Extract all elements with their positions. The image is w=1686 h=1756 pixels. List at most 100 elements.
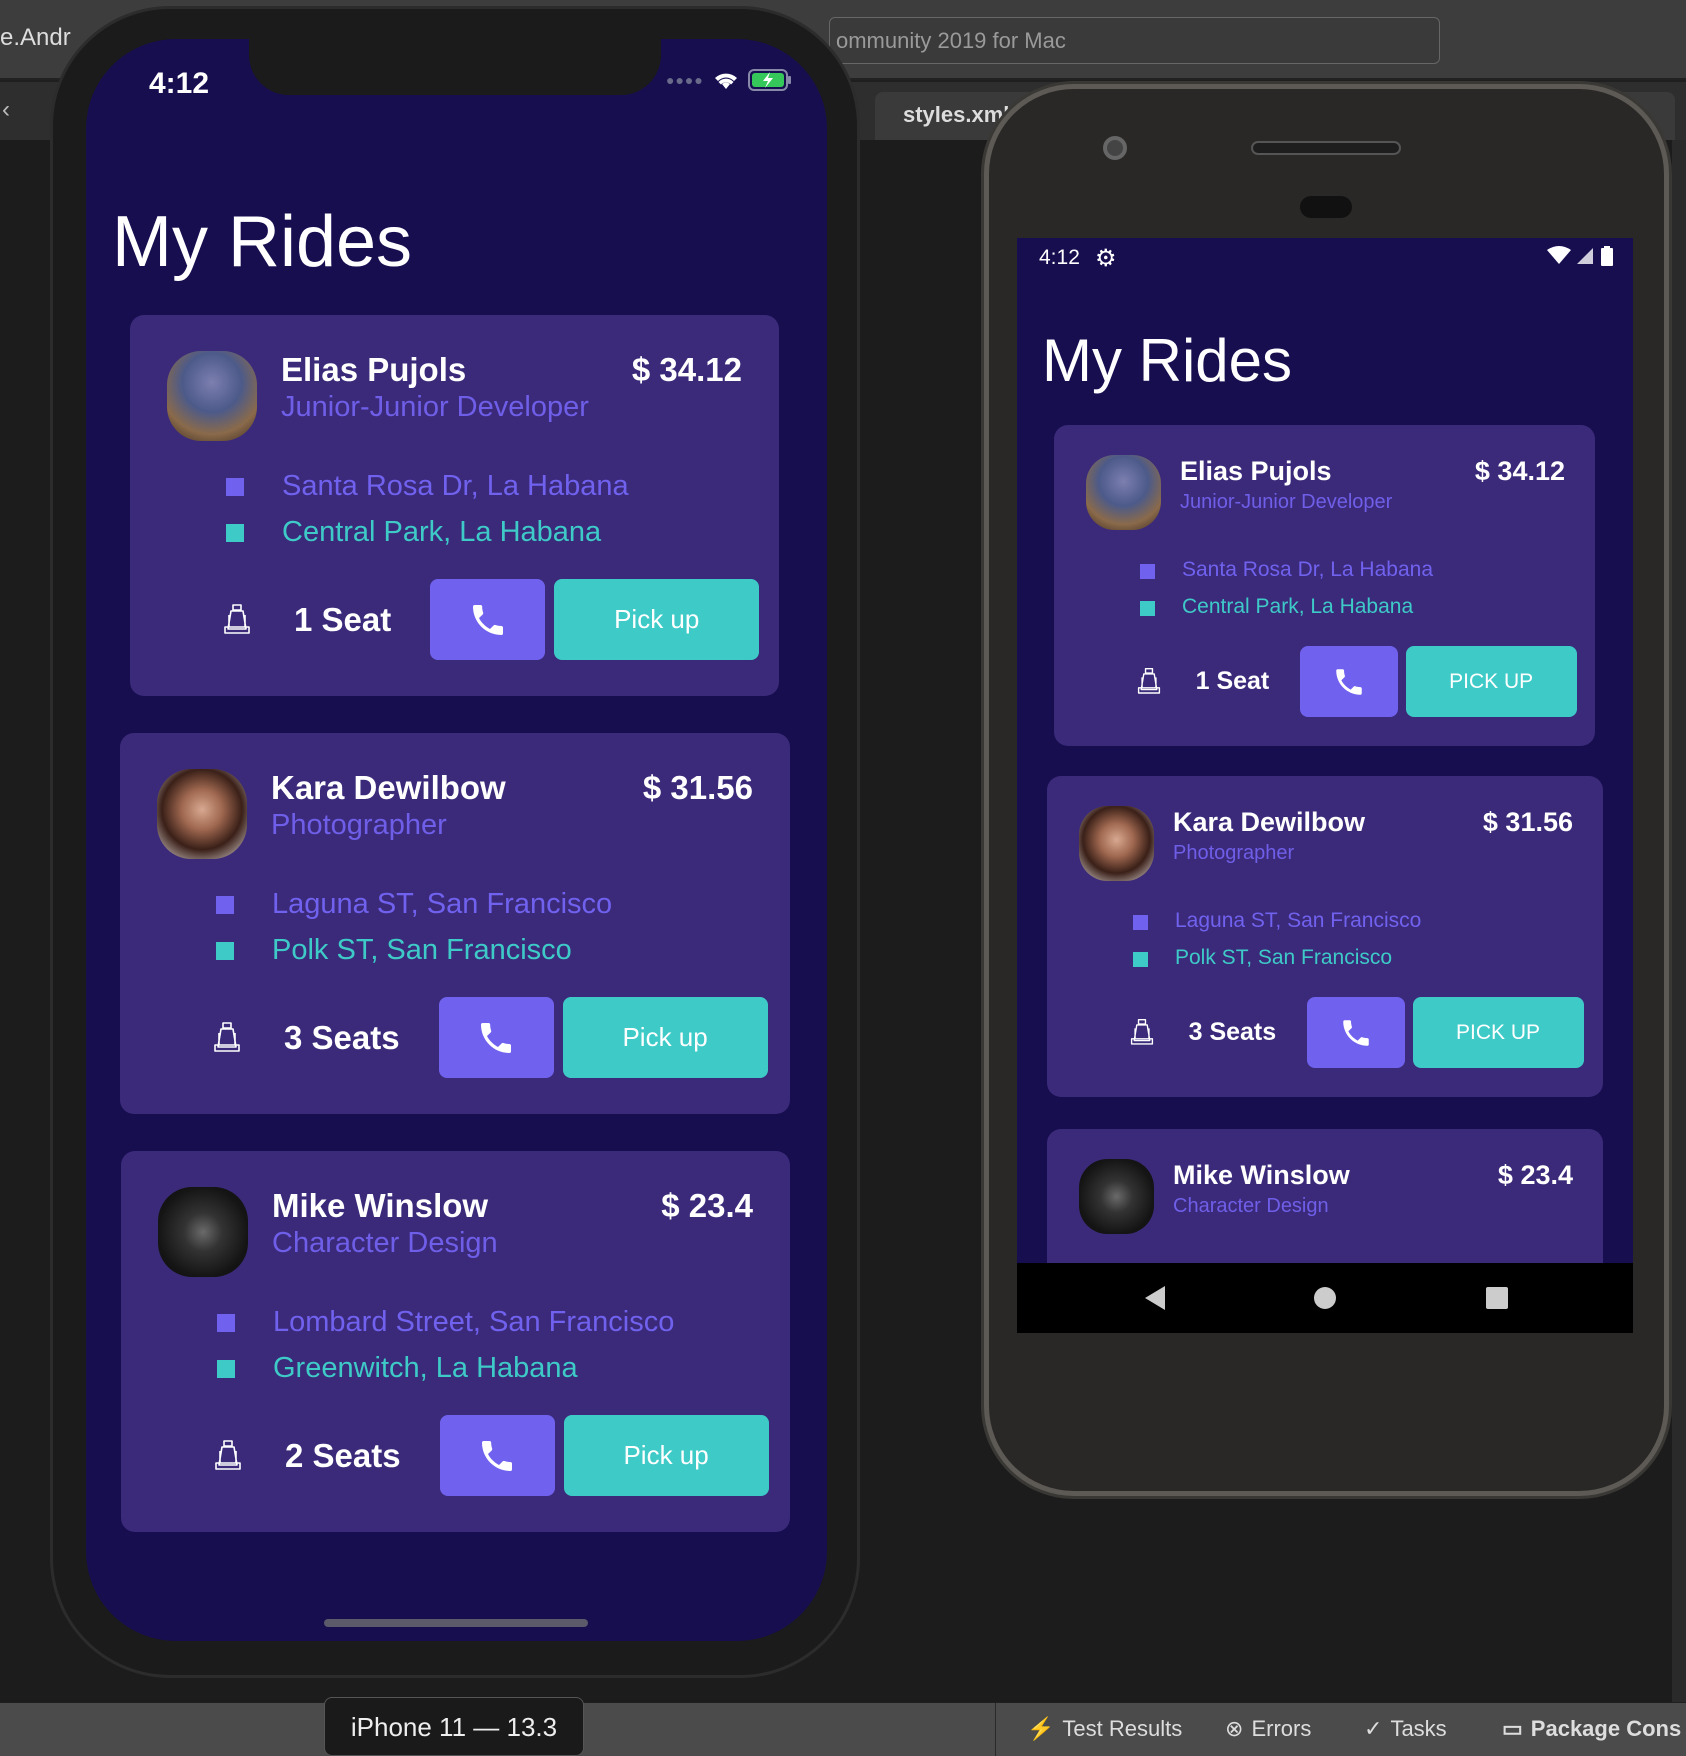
android-screen: 4:12 ⚙ My Rides Elias Pujols Junior-Juni… xyxy=(1017,238,1633,1333)
rider-name: Kara Dewilbow xyxy=(271,769,506,806)
gear-icon: ⚙ xyxy=(1095,245,1117,272)
dropoff-address: Polk ST, San Francisco xyxy=(272,933,572,966)
ide-right-panel xyxy=(1672,140,1686,1702)
ride-card[interactable]: Elias Pujols Junior-Junior Developer $ 3… xyxy=(130,315,779,696)
wifi-icon xyxy=(1547,246,1571,264)
bottom-tab-package-console[interactable]: ▭ Package Cons xyxy=(1502,1716,1681,1742)
bottom-tab-label: Package Cons xyxy=(1530,1716,1682,1741)
seat-count: 3 Seats xyxy=(1188,1018,1277,1046)
ride-card[interactable]: Elias Pujols Junior-Junior Developer $ 3… xyxy=(1054,425,1595,746)
pickup-button[interactable]: Pick up xyxy=(563,1415,769,1496)
bottom-tab-errors[interactable]: ⊗ Errors xyxy=(1225,1716,1311,1742)
seat-count: 2 Seats xyxy=(285,1436,401,1474)
phone-icon xyxy=(482,1440,513,1471)
checkmark-icon: ✓ xyxy=(1364,1716,1383,1741)
pickup-address: Laguna ST, San Francisco xyxy=(1175,909,1422,933)
seat-icon xyxy=(224,604,250,634)
seat-icon xyxy=(1130,1019,1154,1045)
dropoff-marker-icon xyxy=(1140,600,1155,616)
page-title: My Rides xyxy=(112,202,413,282)
call-button[interactable] xyxy=(1300,646,1399,717)
iphone-screen: 4:12 ●●●● My Rides Elias Pujols Junior-J… xyxy=(86,39,827,1641)
battery-charging-icon xyxy=(747,69,791,91)
phone-icon xyxy=(1343,1019,1370,1046)
pickup-address: Lombard Street, San Francisco xyxy=(273,1305,675,1338)
pickup-button[interactable]: PICK UP xyxy=(1412,997,1584,1068)
rider-name: Mike Winslow xyxy=(1173,1160,1350,1190)
ide-window-title: e.Andr xyxy=(0,24,71,51)
ride-actions: 3 Seats Pick up xyxy=(212,997,768,1078)
ride-card[interactable]: Kara Dewilbow Photographer $ 31.56 Lagun… xyxy=(120,733,790,1114)
avatar xyxy=(1086,455,1161,530)
status-time: 4:12 xyxy=(1039,246,1080,269)
rider-role: Character Design xyxy=(1173,1195,1329,1217)
pickup-button[interactable]: PICK UP xyxy=(1405,646,1577,717)
ride-card[interactable]: Mike Winslow Character Design $ 23.4 Lom… xyxy=(121,1151,790,1532)
pickup-marker-icon xyxy=(1140,563,1155,579)
bottom-tab-tasks[interactable]: ✓ Tasks xyxy=(1364,1716,1447,1742)
pickup-button[interactable]: Pick up xyxy=(554,579,760,660)
wifi-icon xyxy=(714,73,737,89)
pickup-address: Santa Rosa Dr, La Habana xyxy=(282,469,629,502)
ride-price: $ 23.4 xyxy=(1497,1160,1573,1190)
call-button[interactable] xyxy=(430,579,546,660)
camera-icon xyxy=(1103,136,1127,160)
signal-icon xyxy=(1577,248,1593,264)
dropoff-marker-icon xyxy=(1133,951,1148,967)
ride-price: $ 31.56 xyxy=(642,769,753,806)
ride-price: $ 34.12 xyxy=(1474,456,1565,486)
ride-price: $ 23.4 xyxy=(661,1187,753,1224)
rider-name: Elias Pujols xyxy=(1180,456,1332,486)
avatar xyxy=(157,769,247,859)
bottom-tab-label: Errors xyxy=(1251,1716,1312,1741)
seat-count: 3 Seats xyxy=(284,1018,400,1056)
pickup-marker-icon xyxy=(216,896,234,914)
device-label[interactable]: iPhone 11 — 13.3 xyxy=(324,1697,584,1756)
ride-card[interactable]: Kara Dewilbow Photographer $ 31.56 Lagun… xyxy=(1047,776,1603,1097)
chevron-left-icon[interactable]: ‹ xyxy=(2,96,10,124)
phone-icon xyxy=(481,1022,512,1053)
home-indicator[interactable] xyxy=(324,1619,588,1627)
page-title: My Rides xyxy=(1042,327,1293,394)
ride-actions: 2 Seats Pick up xyxy=(213,1415,769,1496)
pickup-marker-icon xyxy=(226,478,244,496)
iphone-notch xyxy=(249,39,661,95)
home-icon[interactable] xyxy=(1314,1287,1336,1309)
battery-icon xyxy=(1601,246,1613,266)
avatar xyxy=(158,1187,248,1277)
rider-role: Photographer xyxy=(1173,842,1295,864)
back-icon[interactable] xyxy=(1143,1285,1167,1311)
ride-actions: 1 Seat PICK UP xyxy=(1136,646,1577,717)
console-icon: ▭ xyxy=(1502,1716,1523,1741)
seat-icon xyxy=(214,1022,240,1052)
status-icons xyxy=(1547,246,1613,266)
status-time: 4:12 xyxy=(149,67,210,100)
avatar xyxy=(1079,806,1154,881)
dropoff-marker-icon xyxy=(226,524,244,542)
divider xyxy=(995,1703,996,1756)
rider-name: Kara Dewilbow xyxy=(1173,807,1366,837)
call-button[interactable] xyxy=(438,997,554,1078)
bottom-tab-test-results[interactable]: ⚡ Test Results xyxy=(1027,1716,1182,1742)
bottom-tab-label: Tasks xyxy=(1390,1716,1447,1741)
dropoff-address: Central Park, La Habana xyxy=(1182,595,1414,619)
avatar xyxy=(1079,1159,1154,1234)
rider-role: Junior-Junior Developer xyxy=(1180,491,1393,513)
call-button[interactable] xyxy=(439,1415,555,1496)
pickup-address: Santa Rosa Dr, La Habana xyxy=(1182,558,1433,582)
rider-name: Mike Winslow xyxy=(272,1187,489,1224)
android-nav-bar xyxy=(1017,1263,1633,1333)
rider-role: Junior-Junior Developer xyxy=(281,391,589,423)
pickup-address: Laguna ST, San Francisco xyxy=(272,887,613,920)
dropoff-marker-icon xyxy=(217,1360,235,1378)
ride-price: $ 34.12 xyxy=(631,351,742,388)
call-button[interactable] xyxy=(1307,997,1406,1068)
pickup-button[interactable]: Pick up xyxy=(562,997,768,1078)
phone-icon xyxy=(472,604,503,635)
bottom-tab-label: Test Results xyxy=(1062,1716,1183,1741)
speaker-grille xyxy=(1251,141,1401,155)
seat-icon xyxy=(215,1440,241,1470)
seat-icon xyxy=(1137,668,1161,694)
proximity-sensor xyxy=(1300,196,1352,218)
recents-icon[interactable] xyxy=(1486,1287,1508,1309)
